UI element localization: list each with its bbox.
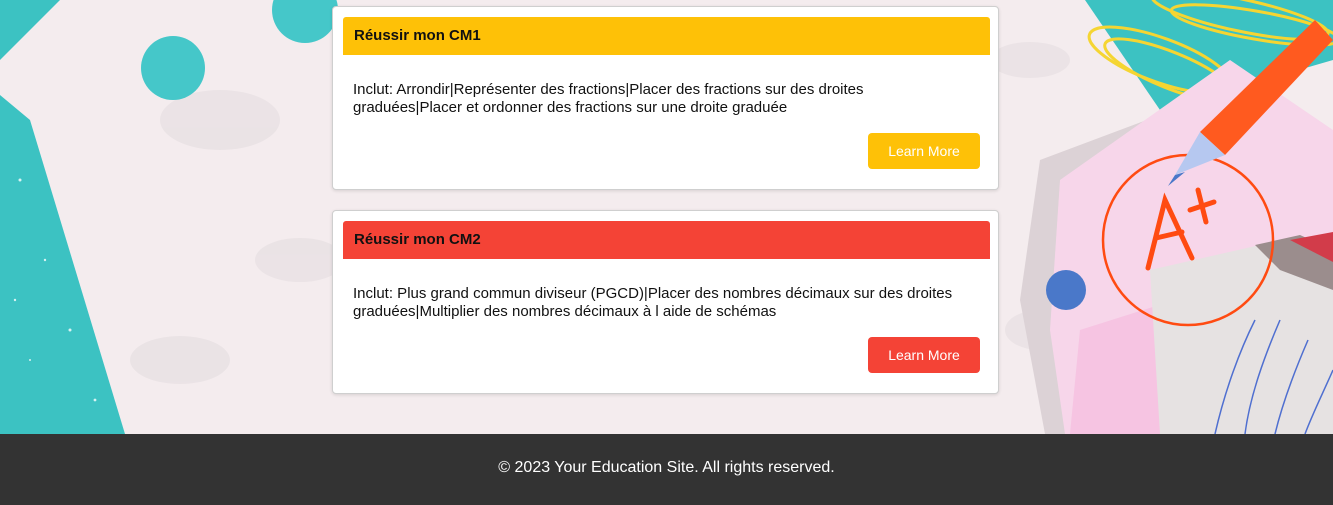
course-card-cm1: Réussir mon CM1 Inclut: Arrondir|Représe… <box>332 6 999 190</box>
footer-copyright: © 2023 Your Education Site. All rights r… <box>498 459 835 476</box>
blue-circle <box>1046 270 1086 310</box>
teal-circle-left <box>141 36 205 100</box>
course-card-cm2: Réussir mon CM2 Inclut: Plus grand commu… <box>332 210 999 394</box>
learn-more-button[interactable]: Learn More <box>868 133 980 169</box>
learn-more-button[interactable]: Learn More <box>868 337 980 373</box>
course-title: Réussir mon CM2 <box>354 231 481 248</box>
course-description: Inclut: Plus grand commun diviseur (PGCD… <box>353 285 953 320</box>
page: Réussir mon CM1 Inclut: Arrondir|Représe… <box>0 0 1333 505</box>
course-description: Inclut: Arrondir|Représenter des fractio… <box>353 81 864 116</box>
course-card-header: Réussir mon CM1 <box>343 17 990 55</box>
course-card-header: Réussir mon CM2 <box>343 221 990 259</box>
footer: © 2023 Your Education Site. All rights r… <box>0 434 1333 505</box>
course-title: Réussir mon CM1 <box>354 27 481 44</box>
